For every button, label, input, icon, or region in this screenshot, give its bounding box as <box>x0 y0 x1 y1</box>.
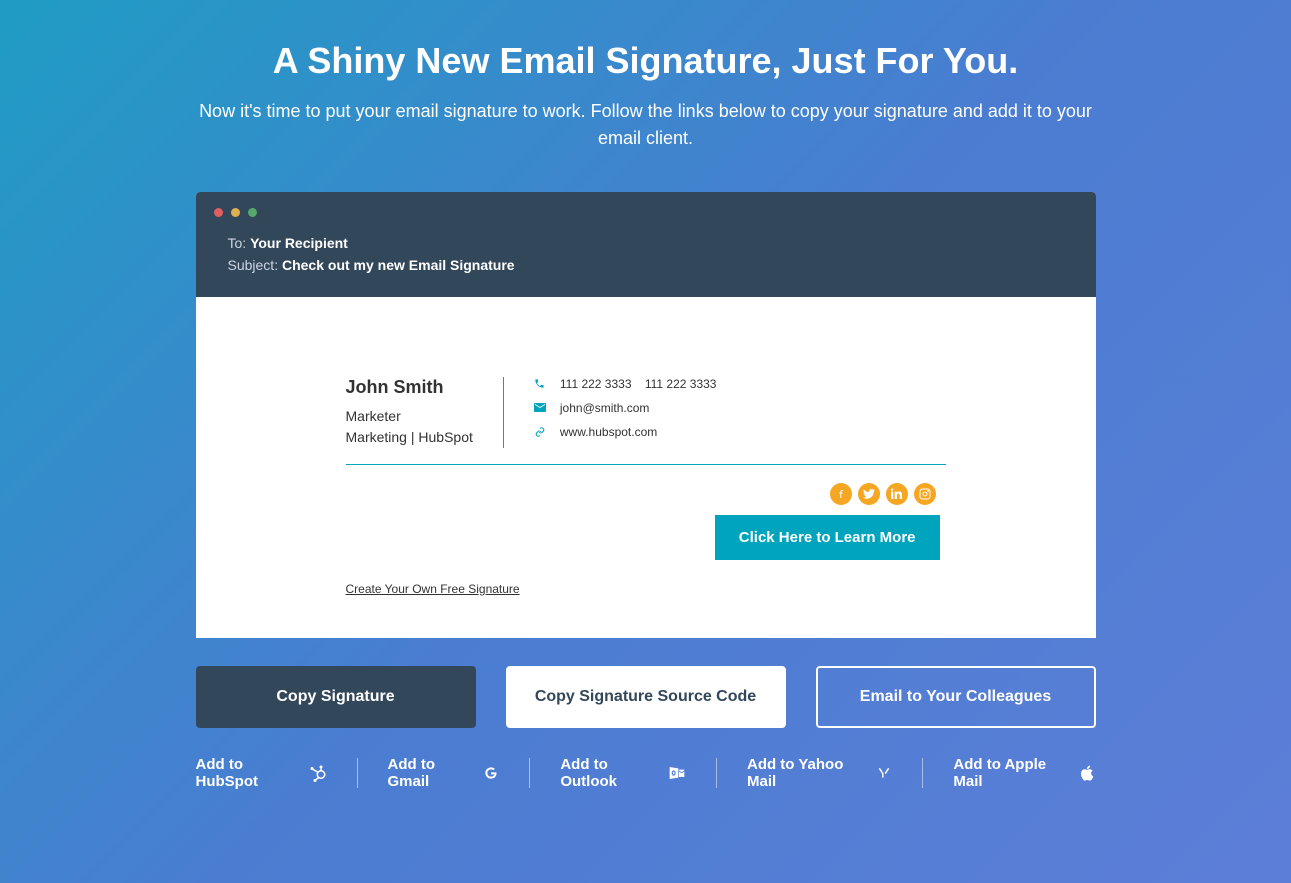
email-address: john@smith.com <box>560 401 650 415</box>
apple-icon <box>1079 764 1096 782</box>
add-to-yahoo-link[interactable]: Add to Yahoo Mail <box>717 756 922 790</box>
subject-value: Check out my new Email Signature <box>282 257 515 273</box>
add-yahoo-label: Add to Yahoo Mail <box>747 756 866 790</box>
yahoo-icon <box>876 764 893 782</box>
add-gmail-label: Add to Gmail <box>388 756 473 790</box>
to-value: Your Recipient <box>250 235 348 251</box>
add-outlook-label: Add to Outlook <box>560 756 658 790</box>
instagram-icon[interactable] <box>914 483 936 505</box>
email-subject-line: Subject: Check out my new Email Signatur… <box>228 254 1064 276</box>
phone-1: 111 222 3333 <box>560 377 632 391</box>
add-hubspot-label: Add to HubSpot <box>196 756 299 790</box>
page-subtitle: Now it's time to put your email signatur… <box>196 98 1096 152</box>
email-icon <box>534 402 546 414</box>
add-to-links-row: Add to HubSpot Add to Gmail Add to Outlo… <box>196 756 1096 790</box>
social-icons-row <box>346 483 946 505</box>
signature-divider <box>346 464 946 465</box>
signature-department: Marketing | HubSpot <box>346 427 473 448</box>
action-buttons-row: Copy Signature Copy Signature Source Cod… <box>196 666 1096 728</box>
linkedin-icon[interactable] <box>886 483 908 505</box>
facebook-icon[interactable] <box>830 483 852 505</box>
window-minimize-dot <box>231 208 240 217</box>
window-maximize-dot <box>248 208 257 217</box>
to-label: To: <box>228 235 251 251</box>
signature-email-row: john@smith.com <box>534 401 946 415</box>
email-to-line: To: Your Recipient <box>228 232 1064 254</box>
copy-source-button[interactable]: Copy Signature Source Code <box>506 666 786 728</box>
outlook-icon <box>668 764 686 782</box>
phone-icon <box>534 378 546 390</box>
learn-more-button[interactable]: Click Here to Learn More <box>715 515 940 560</box>
signature-title: Marketer <box>346 406 473 427</box>
phone-2: 111 222 3333 <box>645 377 717 391</box>
email-colleagues-button[interactable]: Email to Your Colleagues <box>816 666 1096 728</box>
signature-website-row: www.hubspot.com <box>534 425 946 439</box>
website-url: www.hubspot.com <box>560 425 657 439</box>
google-icon <box>483 764 499 782</box>
add-to-outlook-link[interactable]: Add to Outlook <box>530 756 716 790</box>
hubspot-icon <box>309 764 327 782</box>
add-apple-label: Add to Apple Mail <box>953 756 1069 790</box>
window-title-bar <box>196 192 1096 232</box>
email-body: John Smith Marketer Marketing | HubSpot … <box>196 297 1096 638</box>
create-signature-link[interactable]: Create Your Own Free Signature <box>346 582 520 596</box>
twitter-icon[interactable] <box>858 483 880 505</box>
signature-phone-row: 111 222 3333 111 222 3333 <box>534 377 946 391</box>
add-to-hubspot-link[interactable]: Add to HubSpot <box>196 756 357 790</box>
copy-signature-button[interactable]: Copy Signature <box>196 666 476 728</box>
email-preview-window: To: Your Recipient Subject: Check out my… <box>196 192 1096 638</box>
add-to-gmail-link[interactable]: Add to Gmail <box>358 756 530 790</box>
signature: John Smith Marketer Marketing | HubSpot … <box>346 377 946 598</box>
signature-name: John Smith <box>346 377 473 398</box>
subject-label: Subject: <box>228 257 282 273</box>
add-to-apple-link[interactable]: Add to Apple Mail <box>923 756 1095 790</box>
link-icon <box>534 426 546 438</box>
window-close-dot <box>214 208 223 217</box>
email-header: To: Your Recipient Subject: Check out my… <box>196 232 1096 297</box>
page-title: A Shiny New Email Signature, Just For Yo… <box>196 40 1096 82</box>
